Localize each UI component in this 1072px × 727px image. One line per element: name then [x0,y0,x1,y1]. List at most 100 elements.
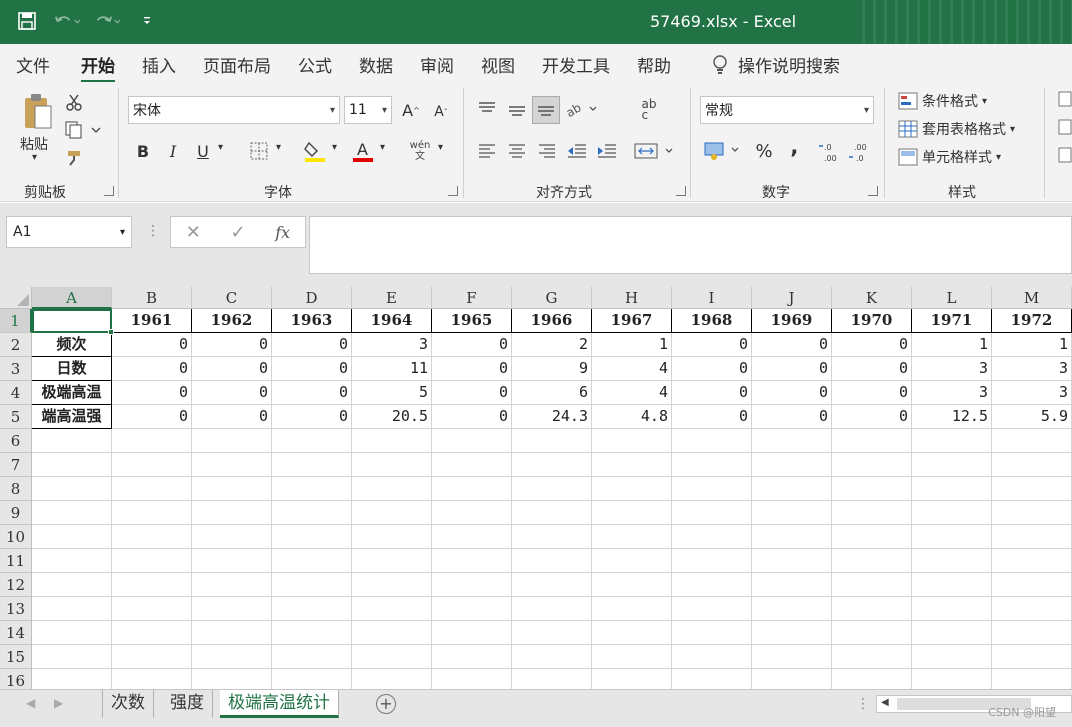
delete-cells-icon[interactable] [1058,118,1072,136]
cell[interactable] [752,525,832,549]
cell[interactable] [832,453,912,477]
cell[interactable] [192,573,272,597]
cell[interactable] [992,597,1072,621]
cell[interactable] [432,501,512,525]
cell[interactable]: 24.3 [512,405,592,429]
cell[interactable]: 20.5 [352,405,432,429]
cell[interactable]: 1967 [592,309,672,333]
increase-indent-icon[interactable] [596,140,618,162]
cell[interactable] [272,645,352,669]
alignment-launcher-icon[interactable] [676,186,686,196]
cell[interactable] [592,573,672,597]
cell[interactable]: 3 [352,333,432,357]
cell[interactable] [32,549,112,573]
cell[interactable]: 1972 [992,309,1072,333]
cell[interactable]: 频次 [32,333,112,357]
cell[interactable]: 0 [192,333,272,357]
cell[interactable] [432,621,512,645]
cell[interactable] [112,573,192,597]
font-launcher-icon[interactable] [448,186,458,196]
cell[interactable]: 0 [432,357,512,381]
insert-function-icon[interactable]: fx [275,223,290,242]
tab-split-grip-icon[interactable]: ⋮ [856,696,870,712]
cell[interactable]: 3 [912,357,992,381]
cell[interactable] [912,525,992,549]
cell[interactable]: 0 [752,381,832,405]
cell[interactable] [352,549,432,573]
cell[interactable]: 9 [512,357,592,381]
cell[interactable] [352,573,432,597]
cell[interactable] [592,477,672,501]
cell[interactable] [752,549,832,573]
tab-page-layout[interactable]: 页面布局 [203,52,271,77]
font-size-select[interactable]: 11 ▾ [344,96,392,124]
cell[interactable] [32,597,112,621]
cell[interactable] [432,597,512,621]
cell[interactable] [192,453,272,477]
cell[interactable] [912,669,992,689]
cell[interactable] [192,549,272,573]
cell[interactable] [912,549,992,573]
cell[interactable]: 0 [192,381,272,405]
format-painter-icon[interactable] [64,148,84,168]
cell[interactable] [832,477,912,501]
comma-style-button[interactable]: ‚ [786,135,802,160]
cell[interactable] [32,621,112,645]
cell[interactable] [672,477,752,501]
cell[interactable]: 0 [112,357,192,381]
row-header[interactable]: 12 [0,573,32,597]
decrease-font-icon[interactable]: Aˇ [430,100,452,124]
row-header[interactable]: 3 [0,357,32,381]
cell[interactable] [32,645,112,669]
cell[interactable]: 1961 [112,309,192,333]
cell[interactable] [512,429,592,453]
insert-cells-icon[interactable] [1058,90,1072,108]
cell[interactable] [352,621,432,645]
format-cells-icon[interactable] [1058,146,1072,164]
column-header[interactable]: L [912,287,992,309]
cell[interactable] [32,525,112,549]
column-header[interactable]: B [112,287,192,309]
cell-styles-button[interactable]: 单元格样式 ▾ [898,146,1001,168]
cell[interactable]: 0 [832,357,912,381]
cell[interactable]: 0 [752,357,832,381]
cell[interactable] [752,597,832,621]
align-top-icon[interactable] [476,98,498,120]
cell[interactable] [512,621,592,645]
cell[interactable] [512,525,592,549]
cell[interactable]: 1970 [832,309,912,333]
cell[interactable] [432,429,512,453]
cell[interactable] [592,501,672,525]
cell[interactable] [592,645,672,669]
cell[interactable] [32,501,112,525]
cell[interactable]: 0 [832,333,912,357]
cell[interactable]: 1 [992,333,1072,357]
cell[interactable]: 12.5 [912,405,992,429]
select-all-button[interactable] [0,287,32,309]
cell[interactable] [672,669,752,689]
cell[interactable] [992,573,1072,597]
cell[interactable] [592,549,672,573]
cell[interactable] [992,453,1072,477]
cell[interactable]: 0 [112,333,192,357]
cell[interactable] [752,501,832,525]
row-header[interactable]: 9 [0,501,32,525]
cell[interactable] [512,669,592,689]
cell[interactable]: 1969 [752,309,832,333]
cell[interactable]: 0 [272,333,352,357]
cell[interactable] [832,573,912,597]
fill-color-icon[interactable] [302,138,328,164]
row-header[interactable]: 5 [0,405,32,429]
cell[interactable]: 0 [272,405,352,429]
format-as-table-button[interactable]: 套用表格格式 ▾ [898,118,1015,140]
cell[interactable] [752,453,832,477]
cell[interactable] [992,429,1072,453]
cell[interactable]: 0 [832,381,912,405]
cell[interactable] [352,669,432,689]
customize-qat-icon[interactable] [134,8,160,34]
cell[interactable]: 1963 [272,309,352,333]
tell-me-search[interactable]: 操作说明搜索 [712,52,840,77]
cell[interactable]: 0 [112,381,192,405]
cell[interactable] [512,549,592,573]
cell[interactable] [32,573,112,597]
